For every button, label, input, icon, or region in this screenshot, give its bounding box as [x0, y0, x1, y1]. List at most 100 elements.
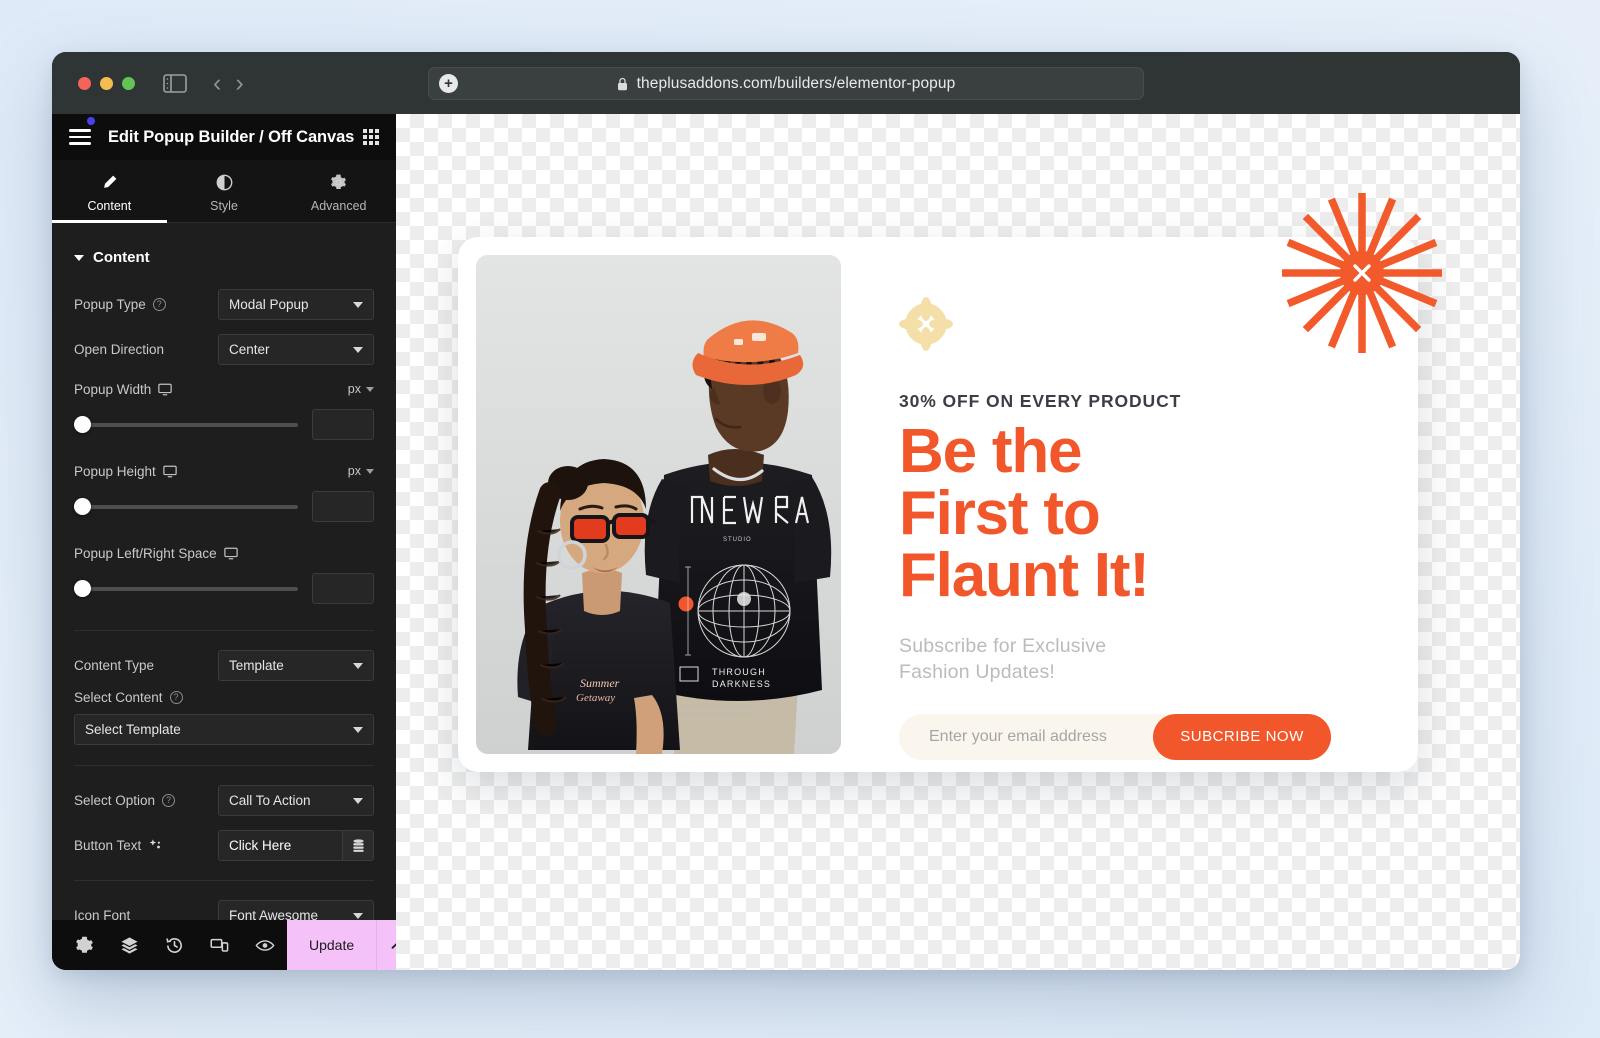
subhead-line-2: Fashion Updates! [899, 660, 1056, 683]
control-select-option: Select Option ? Call To Action [52, 778, 396, 823]
popup-width-input[interactable] [312, 409, 374, 440]
sparkle-icon[interactable] [148, 838, 163, 853]
control-open-direction: Open Direction Center [52, 327, 396, 372]
responsive-icon[interactable] [197, 920, 242, 970]
tab-style[interactable]: Style [167, 160, 282, 222]
svg-text:COLLECTION 2024 / LIMITED RUN: COLLECTION 2024 / LIMITED RUN [680, 711, 751, 716]
popup-width-slider[interactable] [74, 416, 298, 434]
popup-lr-space-slider[interactable] [74, 580, 298, 598]
panel-footer-icons [52, 920, 287, 970]
gear-icon[interactable] [62, 920, 107, 970]
control-icon-font: Icon Font Font Awesome [52, 893, 396, 920]
svg-text:THROUGH: THROUGH [712, 667, 766, 677]
plus-icon[interactable]: + [439, 74, 458, 93]
browser-window: ‹ › + theplusaddons.com/builders/element… [52, 52, 1520, 970]
subscribe-button[interactable]: SUBCRIBE NOW [1153, 713, 1331, 760]
content-section-header[interactable]: Content [52, 223, 396, 282]
popup-type-select[interactable]: Modal Popup [218, 289, 374, 320]
grid-apps-icon[interactable] [363, 129, 379, 145]
chevron-down-icon [366, 468, 374, 474]
content-type-select[interactable]: Template [218, 650, 374, 681]
elementor-panel: Edit Popup Builder / Off Canvas Content [52, 114, 421, 970]
svg-text:STUDIO: STUDIO [723, 537, 752, 543]
popup-height-slider[interactable] [74, 498, 298, 516]
starburst-close-icon[interactable] [1276, 187, 1448, 359]
forward-button[interactable]: › [235, 70, 243, 96]
slider-handle[interactable] [74, 416, 91, 433]
browser-titlebar: ‹ › + theplusaddons.com/builders/element… [52, 52, 1520, 114]
navigation-arrows: ‹ › [213, 70, 244, 96]
help-icon[interactable]: ? [162, 794, 176, 807]
tab-style-label: Style [210, 199, 238, 213]
button-text-input[interactable]: Click Here [218, 830, 342, 861]
browser-content: Edit Popup Builder / Off Canvas Content [52, 114, 1520, 970]
control-popup-type: Popup Type ? Modal Popup [52, 282, 396, 327]
hamburger-icon[interactable] [69, 117, 95, 149]
back-button[interactable]: ‹ [213, 70, 221, 96]
popup-height-input[interactable] [312, 491, 374, 522]
open-direction-label: Open Direction [74, 342, 165, 357]
control-popup-lr-space: Popup Left/Right Space [52, 536, 396, 570]
chevron-down-icon [353, 301, 363, 308]
desktop-icon[interactable] [223, 547, 238, 560]
panel-controls: Content Popup Type ? Modal Popup Open Di… [52, 223, 396, 920]
maximize-window-button[interactable] [122, 76, 135, 90]
slider-track [74, 586, 298, 591]
history-icon[interactable] [152, 920, 197, 970]
popup-lr-space-input[interactable] [312, 573, 374, 604]
promo-subhead: Subscribe for Exclusive Fashion Updates! [899, 634, 1364, 686]
panel-footer: Update [52, 920, 421, 970]
slider-handle[interactable] [74, 580, 91, 597]
open-direction-value: Center [229, 342, 270, 357]
popup-height-slider-row [52, 488, 396, 536]
button-text-label: Button Text [74, 838, 163, 853]
tab-advanced[interactable]: Advanced [281, 160, 396, 222]
panel-title: Edit Popup Builder / Off Canvas [108, 127, 355, 146]
content-section-title: Content [93, 249, 150, 266]
database-icon[interactable] [342, 830, 374, 861]
icon-font-select[interactable]: Font Awesome [218, 900, 374, 920]
promo-eyebrow: 30% OFF ON EVERY PRODUCT [899, 391, 1182, 411]
close-window-button[interactable] [78, 76, 91, 90]
svg-text:Getaway: Getaway [576, 692, 615, 704]
popup-lr-space-label: Popup Left/Right Space [74, 546, 238, 561]
popup-lr-space-slider-row [52, 570, 396, 618]
popup-height-unit[interactable]: px [348, 464, 374, 478]
sidebar-toggle-icon[interactable] [163, 73, 187, 93]
minimize-window-button[interactable] [100, 76, 113, 90]
subhead-line-1: Subscribe for Exclusive [899, 635, 1107, 657]
caret-down-icon [74, 254, 84, 261]
select-option-label: Select Option ? [74, 793, 176, 808]
layers-icon[interactable] [107, 920, 152, 970]
popup-type-value: Modal Popup [229, 297, 309, 312]
help-icon[interactable]: ? [152, 298, 166, 311]
headline-line-3: Flaunt It! [899, 541, 1150, 610]
control-popup-width: Popup Width px [52, 372, 396, 406]
address-bar[interactable]: + theplusaddons.com/builders/elementor-p… [428, 67, 1144, 100]
update-button[interactable]: Update [287, 920, 376, 970]
desktop-icon[interactable] [163, 465, 177, 478]
notification-badge [87, 117, 95, 126]
open-direction-select[interactable]: Center [218, 334, 374, 365]
popup-height-label: Popup Height [74, 464, 177, 479]
select-option-select[interactable]: Call To Action [218, 785, 374, 816]
desktop-icon[interactable] [158, 383, 173, 396]
help-icon[interactable]: ? [169, 691, 183, 704]
gear-icon [330, 173, 347, 191]
select-template-select[interactable]: Select Template [74, 714, 374, 745]
popup-image: STUDIO THROUGH DARKNESS EXPLORE THE UNKN… [476, 255, 841, 754]
slider-handle[interactable] [74, 498, 91, 515]
editor-canvas: STUDIO THROUGH DARKNESS EXPLORE THE UNKN… [396, 114, 1520, 970]
two-fashion-models-photo: STUDIO THROUGH DARKNESS EXPLORE THE UNKN… [476, 255, 841, 754]
slider-track [74, 504, 298, 509]
control-button-text: Button Text Click Here [52, 823, 396, 868]
chevron-down-icon [353, 912, 363, 919]
flower-asterisk-icon [899, 297, 953, 351]
popup-type-label: Popup Type ? [74, 297, 166, 312]
subscribe-form: Enter your email address SUBCRIBE NOW [899, 713, 1331, 760]
popup-width-unit[interactable]: px [348, 382, 374, 396]
tab-content[interactable]: Content [52, 160, 167, 223]
content-type-value: Template [229, 658, 284, 673]
panel-header: Edit Popup Builder / Off Canvas [52, 114, 396, 160]
preview-eye-icon[interactable] [242, 920, 287, 970]
